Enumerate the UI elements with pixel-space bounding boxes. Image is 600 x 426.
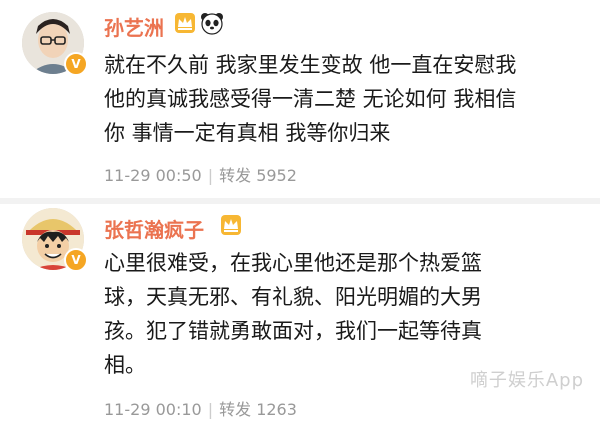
username-text[interactable]: 孙艺洲 xyxy=(104,16,164,40)
comment-item: V 张哲瀚疯子 心里很难受，在我心里他还是那个热爱篮 球，天真无邪、有礼貌、阳光… xyxy=(0,200,600,426)
comment-meta: 11-29 00:50 | 转发 5952 xyxy=(104,162,297,186)
comment-line: 你 事情一定有真相 我等你归来 xyxy=(104,121,391,145)
repost-button[interactable]: 转发 xyxy=(219,166,251,185)
meta-separator: | xyxy=(207,166,214,185)
comment-meta: 11-29 00:10 | 转发 1263 xyxy=(104,396,297,420)
repost-count: 1263 xyxy=(256,400,297,419)
panda-icon xyxy=(201,13,223,35)
verified-badge: V xyxy=(64,52,88,76)
username-text[interactable]: 张哲瀚疯子 xyxy=(104,218,204,242)
crown-icon xyxy=(221,215,241,235)
timestamp: 11-29 00:10 xyxy=(104,400,202,419)
comment-line: 他的真诚我感受得一清二楚 无论如何 我相信 xyxy=(104,87,517,111)
comment-line: 就在不久前 我家里发生变故 他一直在安慰我 xyxy=(104,53,517,77)
username[interactable]: 孙艺洲 xyxy=(104,12,223,41)
verified-badge: V xyxy=(64,248,88,272)
watermark: 嘀子娱乐App xyxy=(469,370,584,391)
comment-item: V 孙艺洲 就在不久前 我家里发生变故 他一直在安慰我 他的真诚我感受得一清二楚… xyxy=(0,0,600,200)
comment-text: 就在不久前 我家里发生变故 他一直在安慰我 他的真诚我感受得一清二楚 无论如何 … xyxy=(104,48,584,150)
repost-button[interactable]: 转发 xyxy=(219,400,251,419)
meta-separator: | xyxy=(207,400,214,419)
comment-text: 心里很难受，在我心里他还是那个热爱篮 球，天真无邪、有礼貌、阳光明媚的大男 孩。… xyxy=(104,246,584,382)
comment-line: 孩。犯了错就勇敢面对，我们一起等待真 xyxy=(104,319,482,343)
timestamp: 11-29 00:50 xyxy=(104,166,202,185)
comment-line: 心里很难受，在我心里他还是那个热爱篮 xyxy=(104,251,482,275)
crown-icon xyxy=(175,13,195,33)
comment-line: 球，天真无邪、有礼貌、阳光明媚的大男 xyxy=(104,285,482,309)
repost-count: 5952 xyxy=(256,166,297,185)
username[interactable]: 张哲瀚疯子 xyxy=(104,214,241,243)
